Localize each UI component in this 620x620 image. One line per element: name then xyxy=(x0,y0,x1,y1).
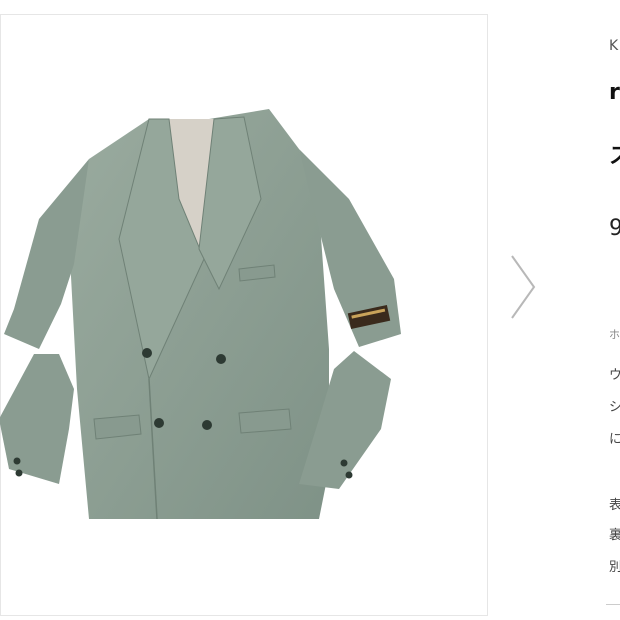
product-brand: K xyxy=(609,38,620,54)
description-line: に xyxy=(609,432,620,447)
product-price: 9 xyxy=(609,216,620,241)
info-divider xyxy=(606,604,620,605)
description-line: ウ xyxy=(609,368,620,383)
description-line: シ xyxy=(609,400,620,415)
product-category-label: ホ xyxy=(609,328,620,341)
chevron-right-icon xyxy=(511,255,536,319)
next-image-button[interactable] xyxy=(508,254,538,320)
product-title-line1: r xyxy=(609,80,620,105)
product-image-frame xyxy=(0,14,488,616)
product-title-line2: ス xyxy=(609,138,620,170)
spec-line: 別 xyxy=(609,560,620,575)
product-jacket-image xyxy=(0,109,401,520)
spec-line: 裏 xyxy=(609,528,620,543)
product-info-panel: K r ス 9 ホ ウ シ に 表 裏 別 xyxy=(606,0,620,620)
spec-line: 表 xyxy=(609,498,620,513)
